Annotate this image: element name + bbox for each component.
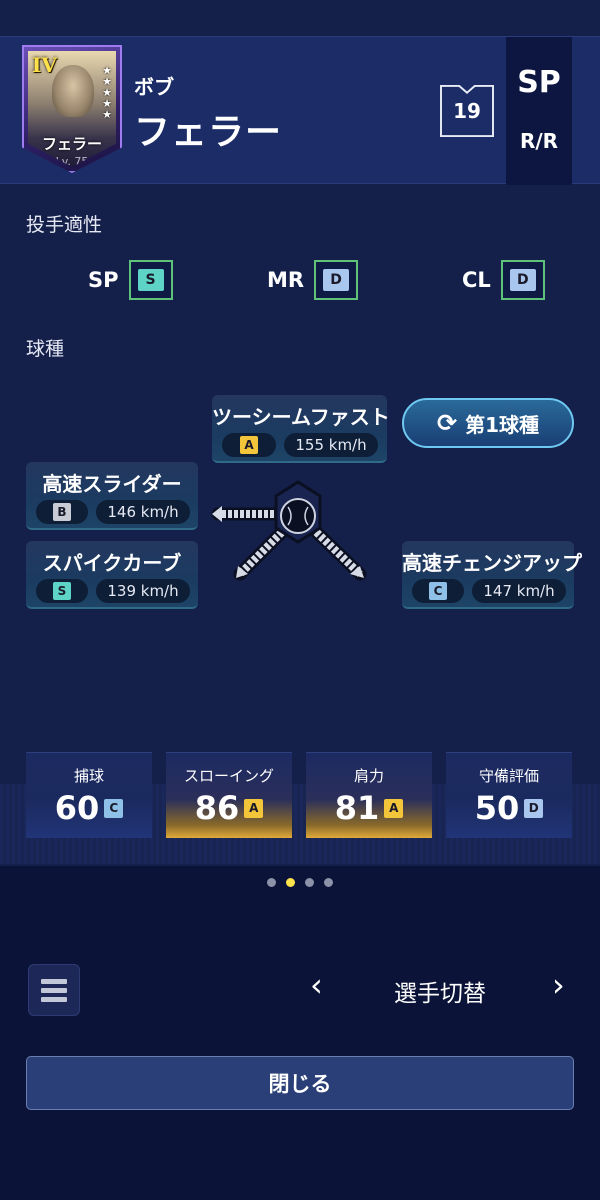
pitch-speed: 139 km/h — [96, 579, 190, 603]
menu-button[interactable] — [28, 964, 80, 1016]
player-first-name: ボブ — [134, 75, 174, 99]
player-card[interactable]: IV ★ ★ ★ ★ ★ フェラー Lv. 75 — [22, 45, 122, 173]
page-dot[interactable] — [305, 878, 314, 887]
aptitude-grade-box: D — [500, 260, 545, 300]
pitch-speed: 155 km/h — [284, 433, 378, 457]
position-box: SP R/R — [506, 37, 572, 185]
stat-defense-rating: 守備評価 50 D — [446, 752, 572, 838]
stat-arm-strength: 肩力 81 A — [306, 752, 432, 838]
next-player-button[interactable]: › — [552, 966, 565, 1004]
close-button-label: 閉じる — [268, 1072, 332, 1096]
player-header: IV ★ ★ ★ ★ ★ フェラー Lv. 75 ボブ フェラー 19 SP R… — [0, 36, 600, 185]
sync-icon: ⟳ — [436, 409, 458, 437]
page-dot[interactable] — [324, 878, 333, 887]
aptitude-label: CL — [462, 268, 491, 292]
pitch-name: スパイクカーブ — [42, 551, 182, 575]
grade-badge: D — [524, 798, 544, 818]
pitch-grade-pill: A — [222, 433, 276, 457]
aptitude-mr: MR D — [267, 260, 359, 300]
stat-value: 60 — [54, 789, 100, 827]
grade-badge: A — [384, 798, 404, 818]
card-stars: ★ ★ ★ ★ ★ — [102, 65, 112, 120]
aptitude-grade-box: D — [314, 260, 359, 300]
grade-badge: D — [323, 269, 350, 291]
grade-badge: C — [429, 582, 447, 600]
pitch-speed: 146 km/h — [96, 500, 190, 524]
top-band — [0, 0, 600, 36]
stat-throwing: スローイング 86 A — [166, 752, 292, 838]
page-dot[interactable] — [267, 878, 276, 887]
pitch-card[interactable]: 高速スライダー B 146 km/h — [26, 462, 198, 530]
pitch-name: 高速チェンジアップ — [402, 551, 582, 575]
stat-label: 肩力 — [353, 767, 384, 785]
aptitude-grade-box: S — [128, 260, 173, 300]
first-pitch-button[interactable]: ⟳ 第1球種 — [402, 398, 574, 448]
stat-value: 81 — [334, 789, 380, 827]
pitch-name: 高速スライダー — [42, 472, 182, 496]
pitch-speed: 147 km/h — [472, 579, 566, 603]
grade-badge: D — [509, 269, 536, 291]
aptitude-label: MR — [267, 268, 305, 292]
aptitude-label: SP — [88, 268, 119, 292]
pitch-direction-diagram — [211, 480, 367, 581]
baseball-icon — [280, 498, 316, 534]
grade-badge: C — [104, 798, 124, 818]
player-switch-label: 選手切替 — [394, 981, 486, 1007]
page-indicator — [0, 878, 600, 887]
grade-badge: A — [240, 436, 258, 454]
card-rank: IV — [32, 53, 57, 77]
page-dot-active[interactable] — [286, 878, 295, 887]
pitch-grade-pill: B — [36, 500, 88, 524]
grade-badge: S — [137, 269, 164, 291]
pitch-grade-pill: C — [412, 579, 464, 603]
aptitude-sp: SP S — [88, 260, 173, 300]
position-label: SP — [517, 65, 561, 100]
card-level: Lv. 75 — [55, 155, 89, 168]
pitches-title: 球種 — [26, 338, 65, 360]
stat-catching: 捕球 60 C — [26, 752, 152, 838]
grade-badge: B — [53, 503, 71, 521]
stat-value: 50 — [474, 789, 520, 827]
first-pitch-label: 第1球種 — [465, 412, 540, 437]
menu-icon — [41, 978, 67, 984]
aptitude-cl: CL D — [462, 260, 545, 300]
handedness-label: R/R — [519, 129, 559, 153]
grade-badge: S — [53, 582, 71, 600]
star-icon: ★ — [102, 108, 112, 121]
pitch-card[interactable]: 高速チェンジアップ C 147 km/h — [402, 541, 582, 609]
stat-value: 86 — [194, 789, 240, 827]
pitch-card[interactable]: スパイクカーブ S 139 km/h — [26, 541, 198, 609]
close-button[interactable]: 閉じる — [26, 1056, 574, 1110]
pitch-card[interactable]: ツーシームファスト A 155 km/h — [212, 395, 390, 463]
grade-badge: A — [244, 798, 264, 818]
uniform-number: 19 — [453, 99, 481, 123]
aptitude-title: 投手適性 — [26, 214, 103, 236]
player-last-name: フェラー — [134, 112, 283, 153]
pitch-name: ツーシームファスト — [212, 405, 390, 429]
stat-label: 捕球 — [73, 767, 104, 785]
card-name: フェラー — [41, 135, 102, 153]
stat-label: スローイング — [183, 767, 274, 785]
player-portrait — [52, 65, 94, 117]
stat-label: 守備評価 — [478, 767, 539, 785]
pitch-grade-pill: S — [36, 579, 88, 603]
prev-player-button[interactable]: ‹ — [310, 966, 323, 1004]
footer-area — [0, 866, 600, 1200]
